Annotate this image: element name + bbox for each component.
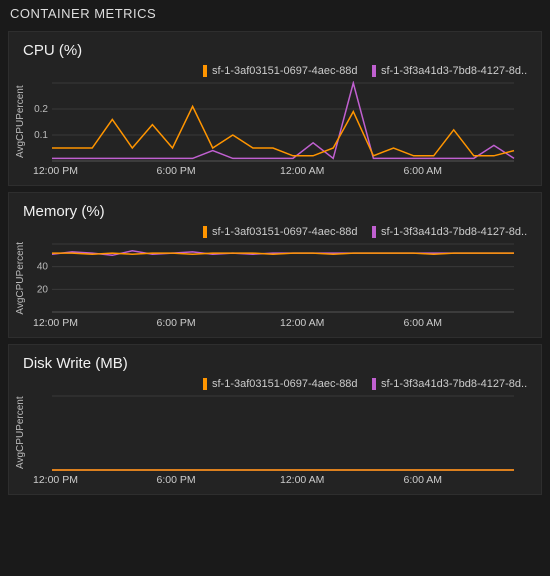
legend-swatch-a — [203, 65, 207, 77]
cpu-svg: 0.1 0.2 — [28, 81, 518, 163]
legend-label-a: sf-1-3af03151-0697-4aec-88d... — [212, 378, 358, 390]
svg-text:20: 20 — [37, 284, 49, 295]
cpu-x-axis: 12:00 PM 6:00 PM 12:00 AM 6:00 AM — [33, 165, 527, 177]
legend-item-a[interactable]: sf-1-3af03151-0697-4aec-88d... — [203, 378, 358, 390]
legend-label-b: sf-1-3f3a41d3-7bd8-4127-8d... — [381, 226, 527, 238]
legend-label-b: sf-1-3f3a41d3-7bd8-4127-8d... — [381, 378, 527, 390]
memory-chart-title: Memory (%) — [9, 193, 541, 226]
legend-item-b[interactable]: sf-1-3f3a41d3-7bd8-4127-8d... — [372, 65, 527, 77]
svg-text:0.2: 0.2 — [34, 104, 48, 115]
legend-item-a[interactable]: sf-1-3af03151-0697-4aec-88d... — [203, 65, 358, 77]
panel-title: CONTAINER METRICS — [0, 0, 550, 25]
legend-swatch-b — [372, 226, 376, 238]
memory-legend: sf-1-3af03151-0697-4aec-88d... sf-1-3f3a… — [9, 226, 541, 242]
legend-item-b[interactable]: sf-1-3f3a41d3-7bd8-4127-8d... — [372, 226, 527, 238]
legend-label-a: sf-1-3af03151-0697-4aec-88d... — [212, 226, 358, 238]
disk-x-axis: 12:00 PM 6:00 PM 12:00 AM 6:00 AM — [33, 474, 527, 486]
svg-text:40: 40 — [37, 262, 49, 273]
legend-item-b[interactable]: sf-1-3f3a41d3-7bd8-4127-8d... — [372, 378, 527, 390]
xtick: 12:00 AM — [280, 317, 404, 329]
xtick: 6:00 PM — [157, 474, 281, 486]
cpu-legend: sf-1-3af03151-0697-4aec-88d... sf-1-3f3a… — [9, 65, 541, 81]
container-metrics-panel: CONTAINER METRICS CPU (%) sf-1-3af03151-… — [0, 0, 550, 576]
xtick: 12:00 AM — [280, 165, 404, 177]
svg-text:0.1: 0.1 — [34, 130, 48, 141]
memory-svg: 2040 — [28, 242, 518, 314]
disk-plot-area[interactable] — [28, 394, 527, 472]
disk-svg — [28, 394, 518, 472]
cpu-y-label: AvgCPUPercent — [13, 81, 28, 163]
legend-label-a: sf-1-3af03151-0697-4aec-88d... — [212, 65, 358, 77]
xtick: 12:00 PM — [33, 474, 157, 486]
legend-swatch-b — [372, 65, 376, 77]
xtick: 12:00 AM — [280, 474, 404, 486]
memory-chart-card: Memory (%) sf-1-3af03151-0697-4aec-88d..… — [8, 192, 542, 338]
legend-item-a[interactable]: sf-1-3af03151-0697-4aec-88d... — [203, 226, 358, 238]
memory-x-axis: 12:00 PM 6:00 PM 12:00 AM 6:00 AM — [33, 317, 527, 329]
memory-plot-area[interactable]: 2040 — [28, 242, 527, 315]
xtick: 6:00 AM — [404, 474, 528, 486]
cpu-chart-title: CPU (%) — [9, 32, 541, 65]
legend-swatch-a — [203, 226, 207, 238]
cpu-chart-card: CPU (%) sf-1-3af03151-0697-4aec-88d... s… — [8, 31, 542, 186]
disk-chart-card: Disk Write (MB) sf-1-3af03151-0697-4aec-… — [8, 344, 542, 495]
xtick: 12:00 PM — [33, 317, 157, 329]
legend-swatch-a — [203, 378, 207, 390]
xtick: 12:00 PM — [33, 165, 157, 177]
legend-swatch-b — [372, 378, 376, 390]
memory-y-label: AvgCPUPercent — [13, 242, 28, 315]
disk-y-label: AvgCPUPercent — [13, 394, 28, 472]
xtick: 6:00 PM — [157, 317, 281, 329]
disk-legend: sf-1-3af03151-0697-4aec-88d... sf-1-3f3a… — [9, 378, 541, 394]
disk-chart-title: Disk Write (MB) — [9, 345, 541, 378]
cpu-plot-area[interactable]: 0.1 0.2 — [28, 81, 527, 163]
xtick: 6:00 PM — [157, 165, 281, 177]
xtick: 6:00 AM — [404, 317, 528, 329]
legend-label-b: sf-1-3f3a41d3-7bd8-4127-8d... — [381, 65, 527, 77]
xtick: 6:00 AM — [404, 165, 528, 177]
